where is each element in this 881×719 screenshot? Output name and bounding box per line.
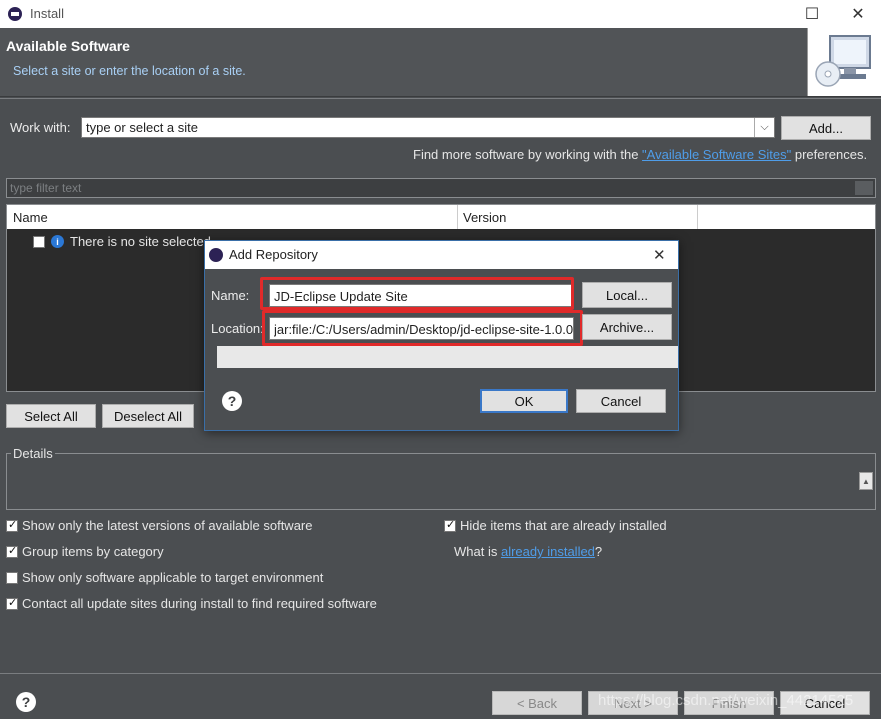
local-button[interactable]: Local... <box>582 282 672 308</box>
location-label: Location: <box>211 321 264 336</box>
install-banner-image <box>807 28 881 96</box>
work-with-label: Work with: <box>10 120 71 135</box>
info-icon: i <box>51 235 64 248</box>
hide-installed-option[interactable]: Hide items that are already installed <box>444 518 667 533</box>
group-category-option[interactable]: Group items by category <box>6 544 164 559</box>
archive-button[interactable]: Archive... <box>582 314 672 340</box>
eclipse-icon <box>209 248 223 262</box>
deselect-all-button[interactable]: Deselect All <box>102 404 194 428</box>
close-icon: ✕ <box>851 6 865 23</box>
wizard-header: Available Software Select a site or ente… <box>0 28 881 97</box>
already-installed-link[interactable]: already installed <box>501 544 595 559</box>
find-more-text: Find more software by working with the "… <box>413 147 868 162</box>
dialog-cancel-button[interactable]: Cancel <box>576 389 666 413</box>
select-all-button[interactable]: Select All <box>6 404 96 428</box>
details-scroll-icon[interactable]: ▲ <box>859 472 873 490</box>
details-label: Details <box>11 446 55 461</box>
dialog-help-icon[interactable]: ? <box>222 391 242 411</box>
table-row: i There is no site selected. <box>33 234 215 249</box>
chevron-down-icon[interactable]: ⌵ <box>754 118 774 137</box>
ok-button[interactable]: OK <box>480 389 568 413</box>
footer-separator <box>0 673 881 674</box>
column-version[interactable]: Version <box>463 210 506 225</box>
column-name[interactable]: Name <box>13 210 48 225</box>
empty-row-text: There is no site selected. <box>70 234 215 249</box>
add-site-button[interactable]: Add... <box>781 116 871 140</box>
contact-sites-option[interactable]: Contact all update sites during install … <box>6 596 377 611</box>
filter-input[interactable]: type filter text <box>6 178 876 198</box>
target-env-option[interactable]: Show only software applicable to target … <box>6 570 323 585</box>
maximize-button[interactable]: ☐ <box>789 0 835 28</box>
target-env-checkbox[interactable] <box>6 571 18 584</box>
row-checkbox[interactable] <box>33 235 45 248</box>
window-title: Install <box>30 6 64 21</box>
maximize-icon: ☐ <box>804 6 820 23</box>
dialog-title: Add Repository <box>229 247 318 262</box>
what-is-installed-text: What is already installed? <box>454 544 603 559</box>
back-button[interactable]: < Back <box>492 691 582 715</box>
dialog-close-icon[interactable]: ✕ <box>653 246 666 264</box>
hide-installed-checkbox[interactable] <box>444 518 456 532</box>
watermark-text: https://blog.csdn.net/weixin_44214525 <box>598 692 854 709</box>
location-highlight-box <box>262 310 583 346</box>
work-with-combo[interactable]: type or select a site ⌵ <box>81 117 775 138</box>
name-highlight-box <box>260 277 574 310</box>
latest-versions-option[interactable]: Show only the latest versions of availab… <box>6 518 313 533</box>
latest-versions-checkbox[interactable] <box>6 518 18 532</box>
group-category-checkbox[interactable] <box>6 544 18 558</box>
clear-filter-icon[interactable] <box>855 181 873 195</box>
dialog-title-bar: Add Repository ✕ <box>205 241 678 269</box>
contact-sites-checkbox[interactable] <box>6 596 18 610</box>
header-separator <box>0 98 881 99</box>
dialog-message-area <box>217 346 678 368</box>
page-title: Available Software <box>6 38 130 54</box>
eclipse-icon <box>8 7 22 21</box>
add-repository-dialog: Add Repository ✕ Name: JD-Eclipse Update… <box>204 240 679 431</box>
name-label: Name: <box>211 288 250 303</box>
details-group: Details ▲ <box>6 446 876 510</box>
page-subtitle: Select a site or enter the location of a… <box>13 64 246 78</box>
filter-placeholder: type filter text <box>10 181 82 195</box>
available-sites-link[interactable]: "Available Software Sites" <box>642 147 791 162</box>
work-with-value: type or select a site <box>86 120 198 135</box>
monitor-cd-icon <box>815 35 871 87</box>
help-icon[interactable]: ? <box>16 692 36 712</box>
table-header: Name Version <box>7 205 875 229</box>
close-button[interactable]: ✕ <box>835 0 881 28</box>
window-title-bar: Install ☐ ✕ <box>0 0 881 28</box>
